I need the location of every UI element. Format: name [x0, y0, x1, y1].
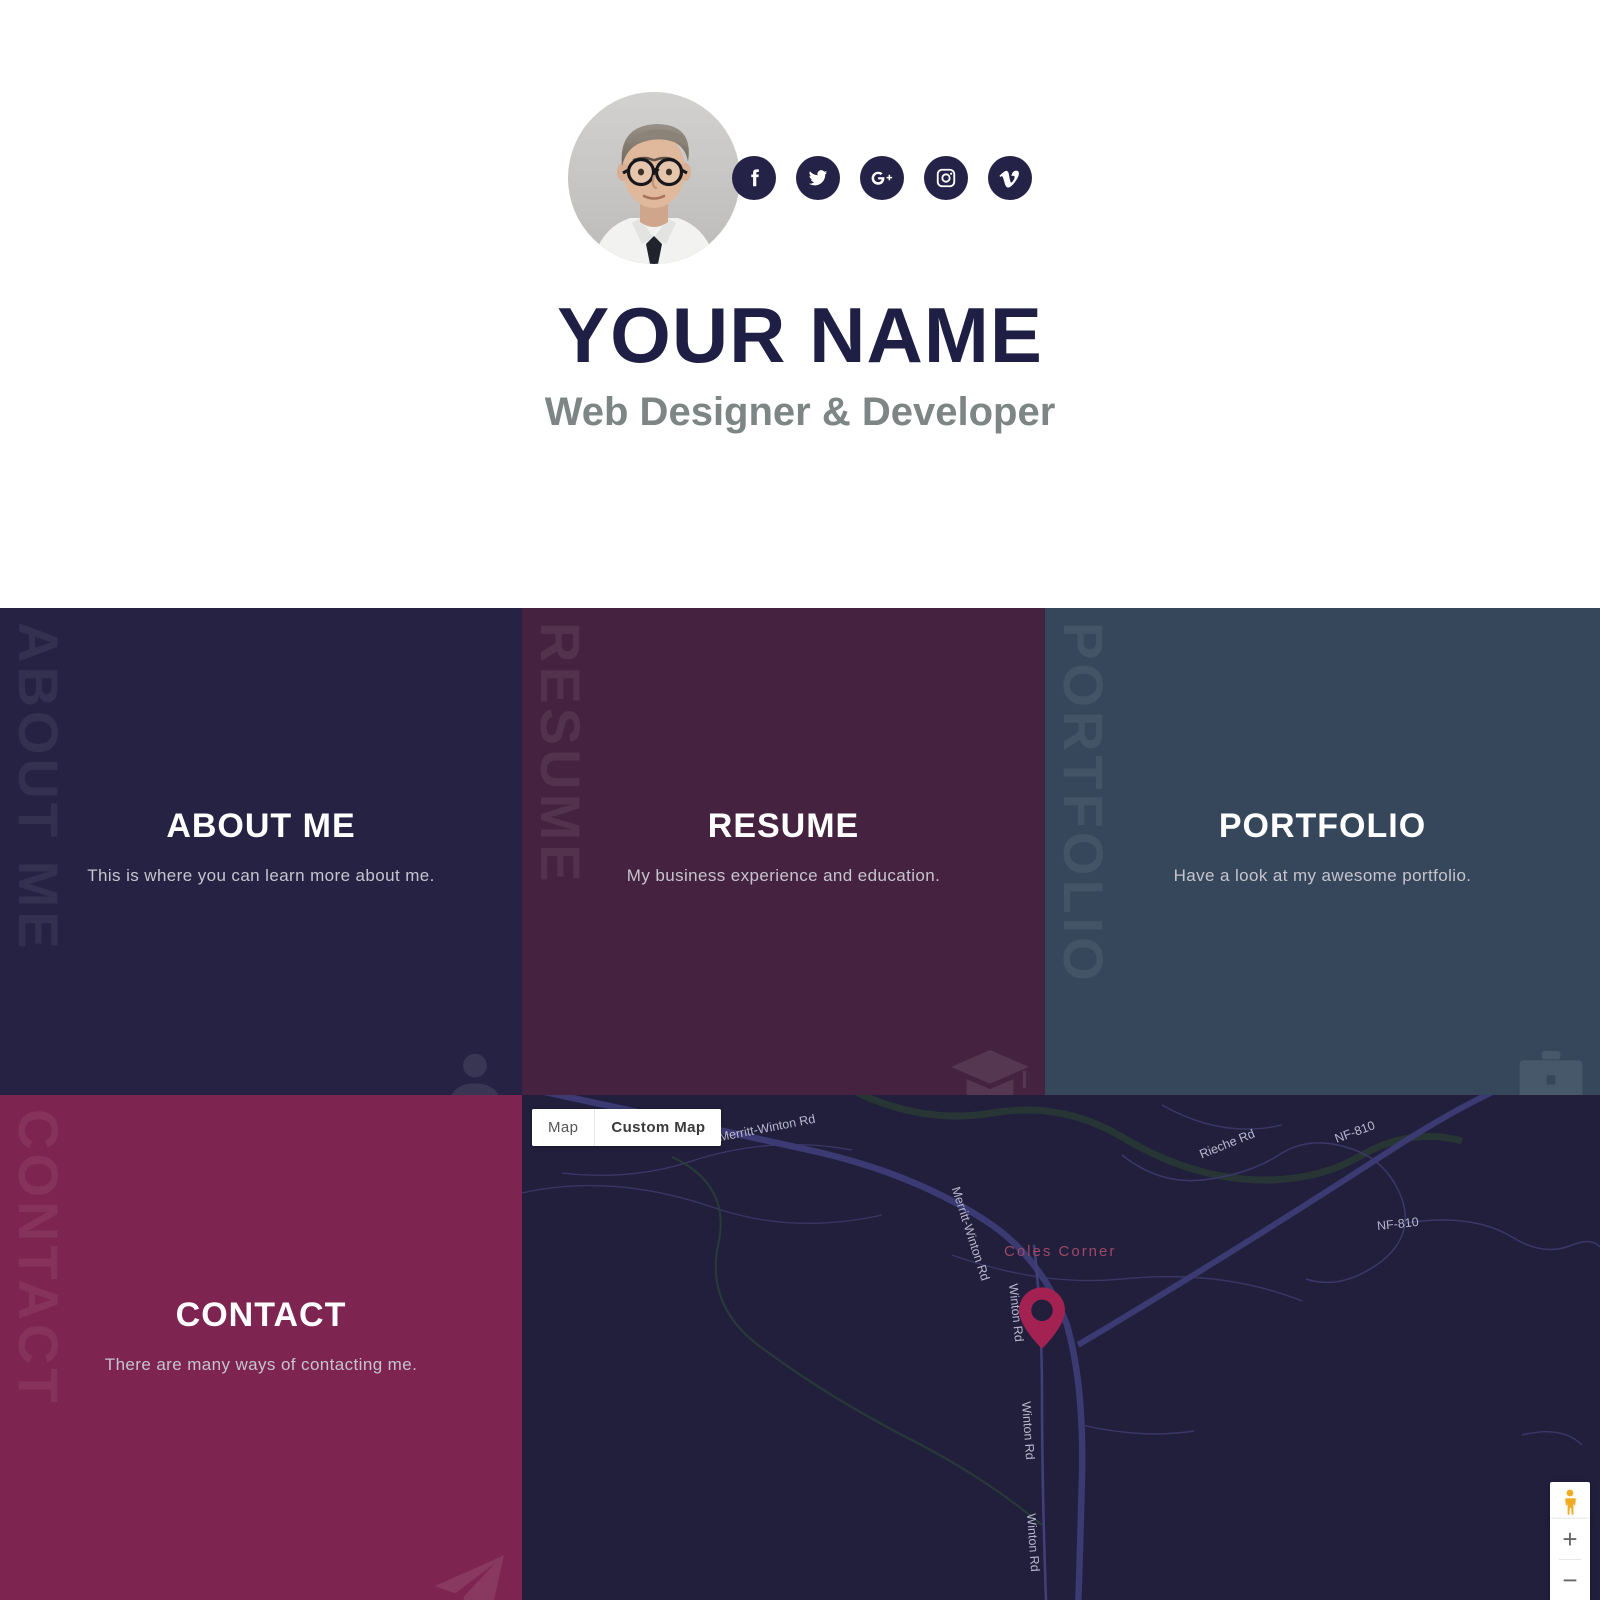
social-link-vimeo[interactable]: [988, 156, 1032, 200]
tile-title-resume: RESUME: [707, 807, 860, 845]
tile-body-portfolio: PORTFOLIO Have a look at my awesome port…: [1045, 806, 1600, 886]
tile-resume[interactable]: RESUME RESUME My business experience and…: [522, 608, 1045, 1095]
page-title: YOUR NAME: [557, 291, 1043, 379]
map-zoom-control[interactable]: + −: [1550, 1519, 1590, 1600]
tile-title-about: ABOUT ME: [166, 807, 356, 845]
map-type-button-map[interactable]: Map: [532, 1109, 595, 1146]
section-tiles: ABOUT ME ABOUT ME This is where you can …: [0, 608, 1600, 1600]
social-link-googleplus[interactable]: [860, 156, 904, 200]
tile-desc-about: This is where you can learn more about m…: [87, 865, 435, 885]
social-link-twitter[interactable]: [796, 156, 840, 200]
tile-title-portfolio: PORTFOLIO: [1218, 807, 1427, 845]
tile-watermark-portfolio: PORTFOLIO: [1052, 622, 1115, 985]
tile-about-me[interactable]: ABOUT ME ABOUT ME This is where you can …: [0, 608, 522, 1095]
tile-title-contact: CONTACT: [175, 1296, 347, 1334]
map-zoom-out-button[interactable]: −: [1550, 1560, 1590, 1600]
tile-desc-resume: My business experience and education.: [626, 865, 941, 885]
graduation-cap-icon: [951, 1047, 1029, 1095]
street-view-pegman-icon[interactable]: [1550, 1482, 1590, 1522]
tile-portfolio[interactable]: PORTFOLIO PORTFOLIO Have a look at my aw…: [1045, 608, 1600, 1095]
map-type-control[interactable]: Map Custom Map: [532, 1109, 722, 1146]
social-links: [732, 156, 1032, 200]
tile-body-resume: RESUME My business experience and educat…: [522, 806, 1045, 886]
tile-body-contact: CONTACT There are many ways of contactin…: [0, 1295, 522, 1375]
social-link-facebook[interactable]: [732, 156, 776, 200]
tile-desc-contact: There are many ways of contacting me.: [104, 1354, 418, 1374]
map-zoom-in-button[interactable]: +: [1550, 1519, 1590, 1559]
identity-row: [0, 92, 1600, 264]
contact-map[interactable]: Merritt-Winton Rd Merritt-Winton Rd Wint…: [522, 1095, 1600, 1600]
user-icon: [444, 1047, 506, 1095]
page-subtitle: Web Designer & Developer: [544, 390, 1056, 434]
tile-watermark-about: ABOUT ME: [7, 622, 70, 953]
social-link-instagram[interactable]: [924, 156, 968, 200]
profile-avatar: [568, 92, 740, 264]
map-type-button-custom-map[interactable]: Custom Map: [594, 1109, 722, 1146]
tile-desc-portfolio: Have a look at my awesome portfolio.: [1173, 865, 1472, 885]
tile-body-about: ABOUT ME This is where you can learn mor…: [0, 806, 522, 886]
tile-contact[interactable]: CONTACT CONTACT There are many ways of c…: [0, 1095, 522, 1600]
paper-plane-icon: [432, 1552, 506, 1600]
briefcase-icon: [1518, 1047, 1584, 1095]
map-marker-pin[interactable]: [1019, 1287, 1065, 1354]
site-header: YOUR NAME Web Designer & Developer: [0, 0, 1600, 608]
